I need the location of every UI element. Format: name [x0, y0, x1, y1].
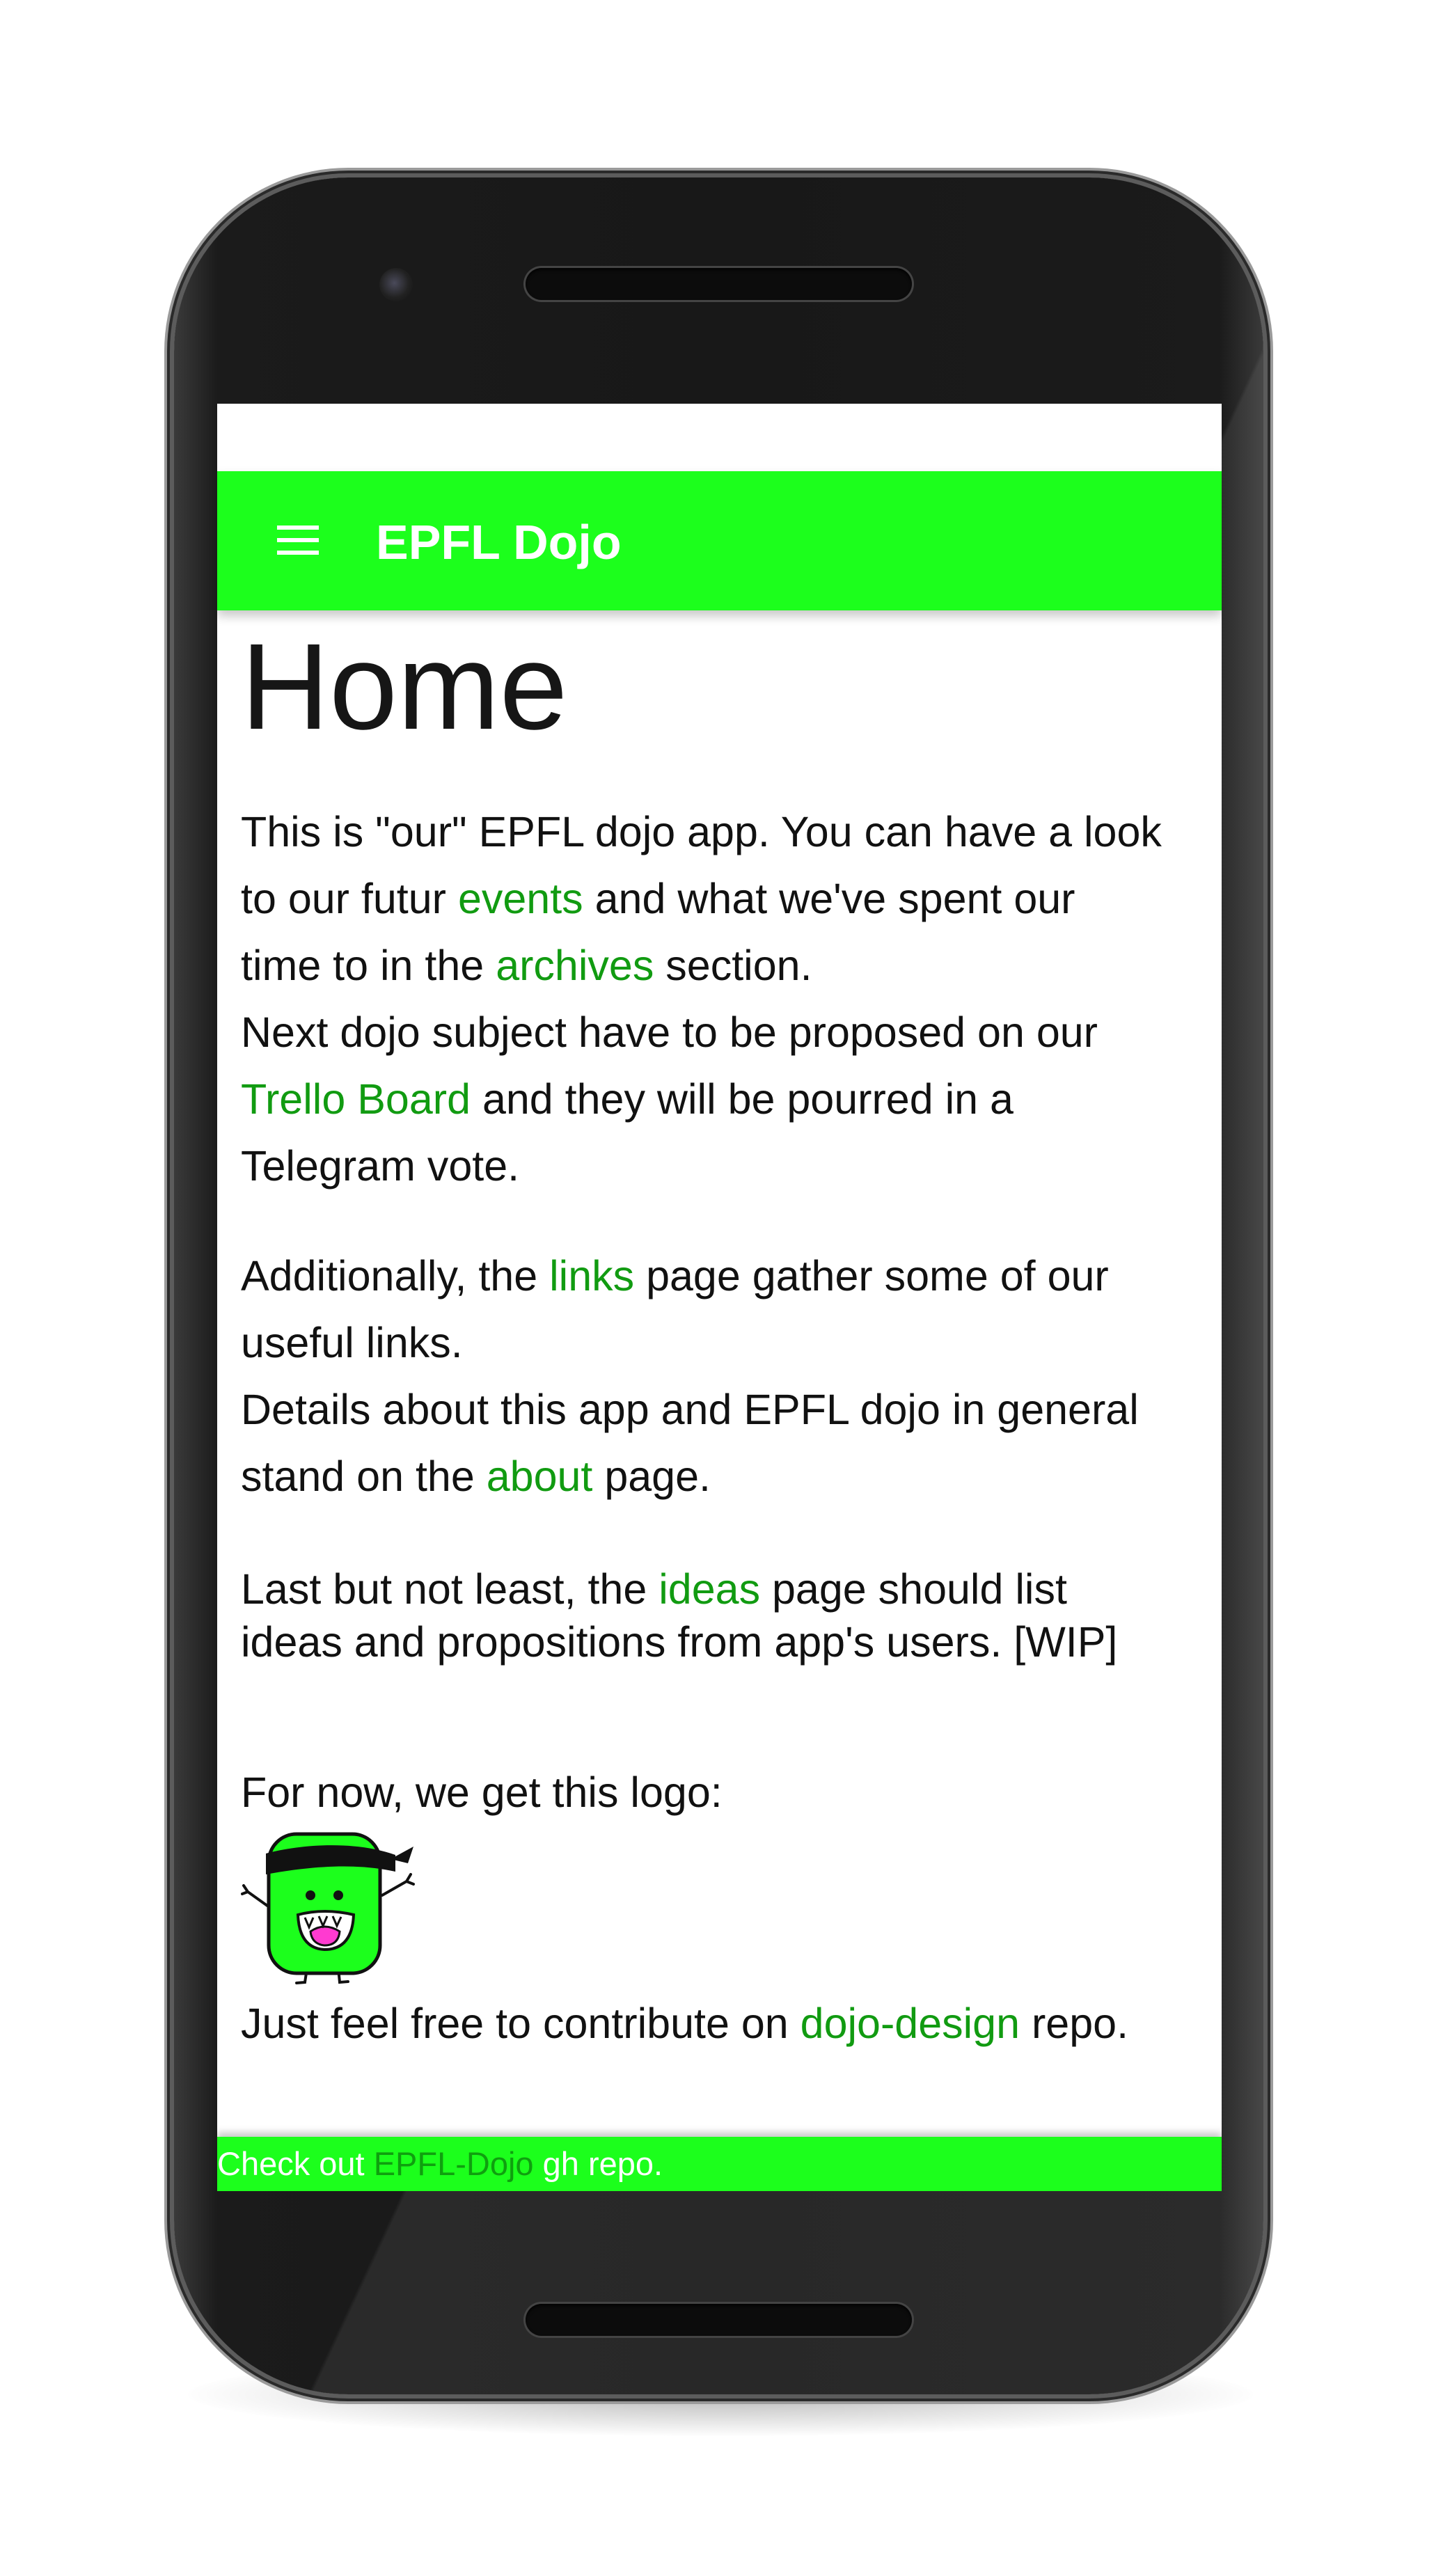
dojo-mascot-logo — [241, 1826, 418, 1986]
archives-link[interactable]: archives — [496, 942, 654, 989]
ideas-text: page should list — [760, 1565, 1067, 1613]
intro-text: and what we've spent our — [583, 875, 1075, 922]
footer-text: gh repo. — [533, 2145, 663, 2182]
intro-text: section. — [654, 942, 812, 989]
ideas-link[interactable]: ideas — [659, 1565, 760, 1613]
intro-text: to our futur — [241, 875, 458, 922]
volume-button — [1263, 1135, 1273, 1413]
app-toolbar: EPFL Dojo — [217, 471, 1222, 610]
links-text: page gather some of our — [634, 1252, 1109, 1299]
contribute-text: Just feel free to contribute on — [241, 2000, 801, 2047]
app-title: EPFL Dojo — [376, 515, 622, 569]
links-text: Details about this app and EPFL dojo in … — [241, 1386, 1139, 1433]
intro-paragraph: This is "our" EPFL dojo app. You can hav… — [241, 798, 1205, 1199]
main-content: Home This is "our" EPFL dojo app. You ca… — [241, 610, 1205, 2050]
app-screen: EPFL Dojo Home This is "our" EPFL dojo a… — [217, 404, 1222, 2191]
intro-text: This is "our" EPFL dojo app. You can hav… — [241, 808, 1162, 855]
top-speaker — [526, 268, 912, 300]
power-button — [1263, 912, 1273, 1058]
ideas-text: ideas and propositions from app's users.… — [241, 1618, 1118, 1666]
hamburger-menu-icon[interactable] — [277, 526, 319, 556]
links-text: Additionally, the — [241, 1252, 550, 1299]
trello-board-link[interactable]: Trello Board — [241, 1075, 471, 1123]
links-text: useful links. — [241, 1319, 463, 1366]
footer-text: Check out — [217, 2145, 374, 2182]
dojo-mascot-icon — [241, 1832, 415, 1984]
front-camera-icon — [379, 268, 413, 301]
events-link[interactable]: events — [458, 875, 583, 922]
intro-text: Telegram vote. — [241, 1142, 520, 1190]
logo-intro: For now, we get this logo: — [241, 1769, 723, 1816]
epfl-dojo-repo-link[interactable]: EPFL-Dojo — [374, 2145, 534, 2182]
intro-text: and they will be pourred in a — [471, 1075, 1014, 1123]
contribute-text: repo. — [1020, 2000, 1129, 2047]
dojo-design-link[interactable]: dojo-design — [801, 2000, 1020, 2047]
links-text: page. — [592, 1453, 711, 1500]
ideas-text: Last but not least, the — [241, 1565, 659, 1613]
about-link[interactable]: about — [487, 1453, 593, 1500]
links-paragraph: Additionally, the links page gather some… — [241, 1242, 1205, 1510]
page-title: Home — [241, 619, 568, 755]
bottom-speaker — [526, 2304, 912, 2336]
links-text: stand on the — [241, 1453, 487, 1500]
intro-text: Next dojo subject have to be proposed on… — [241, 1009, 1098, 1056]
footer-bar: Check out EPFL-Dojo gh repo. — [217, 2137, 1222, 2191]
ideas-paragraph: Last but not least, the ideas page shoul… — [241, 1563, 1205, 1668]
links-page-link[interactable]: links — [549, 1252, 634, 1299]
contribute-paragraph: Just feel free to contribute on dojo-des… — [241, 1997, 1205, 2050]
intro-text: time to in the — [241, 942, 496, 989]
